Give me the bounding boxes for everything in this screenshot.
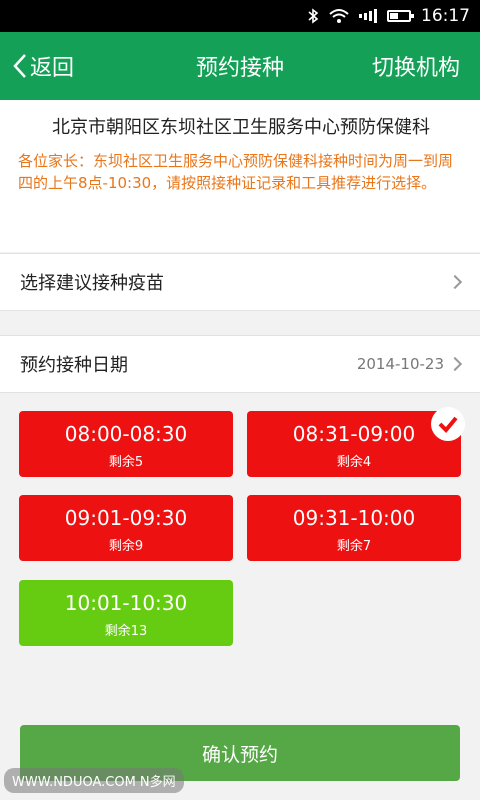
slot-remaining: 剩余5 — [108, 455, 144, 470]
battery-icon — [387, 10, 414, 22]
institution-info: 北京市朝阳区东坝社区卫生服务中心预防保健科 各位家长：东坝社区卫生服务中心预防保… — [0, 100, 480, 252]
checkmark-icon — [431, 407, 465, 441]
switch-institution-button[interactable]: 切换机构 — [372, 32, 460, 100]
status-bar: 16:17 — [0, 0, 480, 32]
appointment-date-row[interactable]: 预约接种日期 2014-10-23 — [0, 335, 480, 393]
time-slot[interactable]: 09:01-09:30 剩余9 — [19, 495, 233, 561]
chevron-left-icon — [13, 54, 26, 78]
slot-remaining: 剩余13 — [104, 624, 148, 639]
signal-icon — [359, 9, 377, 23]
slot-remaining: 剩余7 — [336, 539, 372, 554]
watermark: WWW.NDUOA.COM N多网 — [4, 768, 184, 793]
notice-text: 各位家长：东坝社区卫生服务中心预防保健科接种时间为周一到周四的上午8点-10:3… — [18, 152, 454, 192]
slot-time: 09:01-09:30 — [64, 506, 188, 530]
wifi-icon — [329, 8, 349, 24]
slot-time: 09:31-10:00 — [292, 506, 416, 530]
time-slot-selected[interactable]: 08:31-09:00 剩余4 — [247, 407, 465, 477]
time-slot[interactable]: 10:01-10:30 剩余13 — [19, 580, 233, 646]
bluetooth-icon — [307, 8, 319, 24]
slot-remaining: 剩余4 — [336, 455, 372, 470]
appointment-date-label: 预约接种日期 — [20, 355, 128, 376]
time-slot[interactable]: 08:00-08:30 剩余5 — [19, 411, 233, 477]
chevron-right-icon — [447, 274, 463, 290]
slot-remaining: 剩余9 — [108, 539, 144, 554]
chevron-right-icon — [447, 356, 463, 372]
slot-time: 08:31-09:00 — [292, 422, 416, 446]
status-time: 16:17 — [421, 6, 470, 26]
institution-name: 北京市朝阳区东坝社区卫生服务中心预防保健科 — [52, 117, 430, 138]
time-slot[interactable]: 09:31-10:00 剩余7 — [247, 495, 461, 561]
back-button[interactable]: 返回 — [12, 32, 74, 100]
select-vaccine-label: 选择建议接种疫苗 — [20, 273, 164, 294]
slot-time: 10:01-10:30 — [64, 591, 188, 615]
appointment-date-value: 2014-10-23 — [356, 355, 444, 373]
nav-bar: 返回 预约接种 切换机构 — [0, 32, 480, 100]
slot-time: 08:00-08:30 — [64, 422, 188, 446]
back-label: 返回 — [30, 56, 75, 81]
select-vaccine-row[interactable]: 选择建议接种疫苗 — [0, 253, 480, 311]
